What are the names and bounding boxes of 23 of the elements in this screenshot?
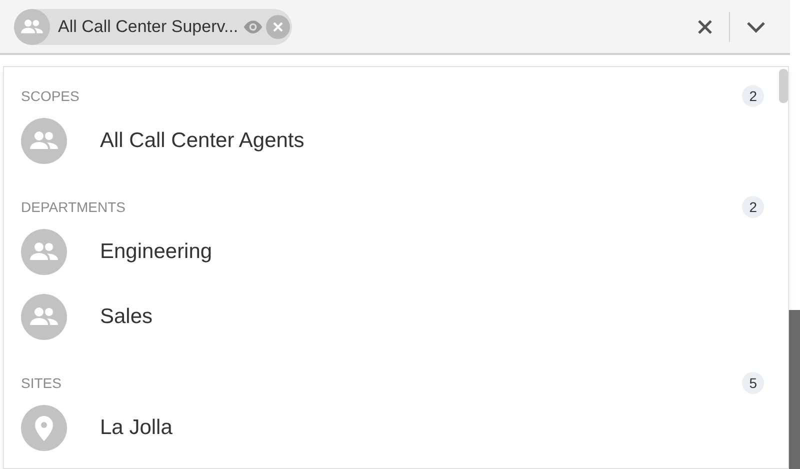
section-header: SITES (21, 374, 62, 392)
count-badge: 5 (742, 372, 764, 394)
people-icon (21, 294, 67, 340)
count-badge: 2 (742, 196, 764, 218)
option-item[interactable]: La Jolla (21, 396, 764, 459)
option-item[interactable]: All Call Center Agents (21, 109, 764, 172)
chevron-down-icon[interactable] (746, 20, 766, 32)
people-icon (21, 228, 67, 274)
people-icon (21, 118, 67, 164)
people-icon (14, 8, 50, 44)
option-item[interactable]: Engineering (21, 220, 764, 283)
selected-chip[interactable]: All Call Center Superv... (14, 8, 292, 44)
select-field[interactable]: All Call Center Superv... (0, 0, 790, 55)
section-header: SCOPES (21, 86, 80, 106)
clear-icon[interactable] (697, 18, 713, 34)
location-pin-icon (21, 404, 67, 450)
count-badge: 2 (742, 85, 764, 107)
eye-icon[interactable] (242, 18, 264, 34)
scrollbar-thumb[interactable] (779, 69, 788, 103)
remove-icon[interactable] (266, 14, 290, 38)
chip-label: All Call Center Superv... (58, 16, 238, 38)
option-item[interactable]: Sales (21, 285, 764, 348)
section-header: DEPARTMENTS (21, 198, 126, 216)
